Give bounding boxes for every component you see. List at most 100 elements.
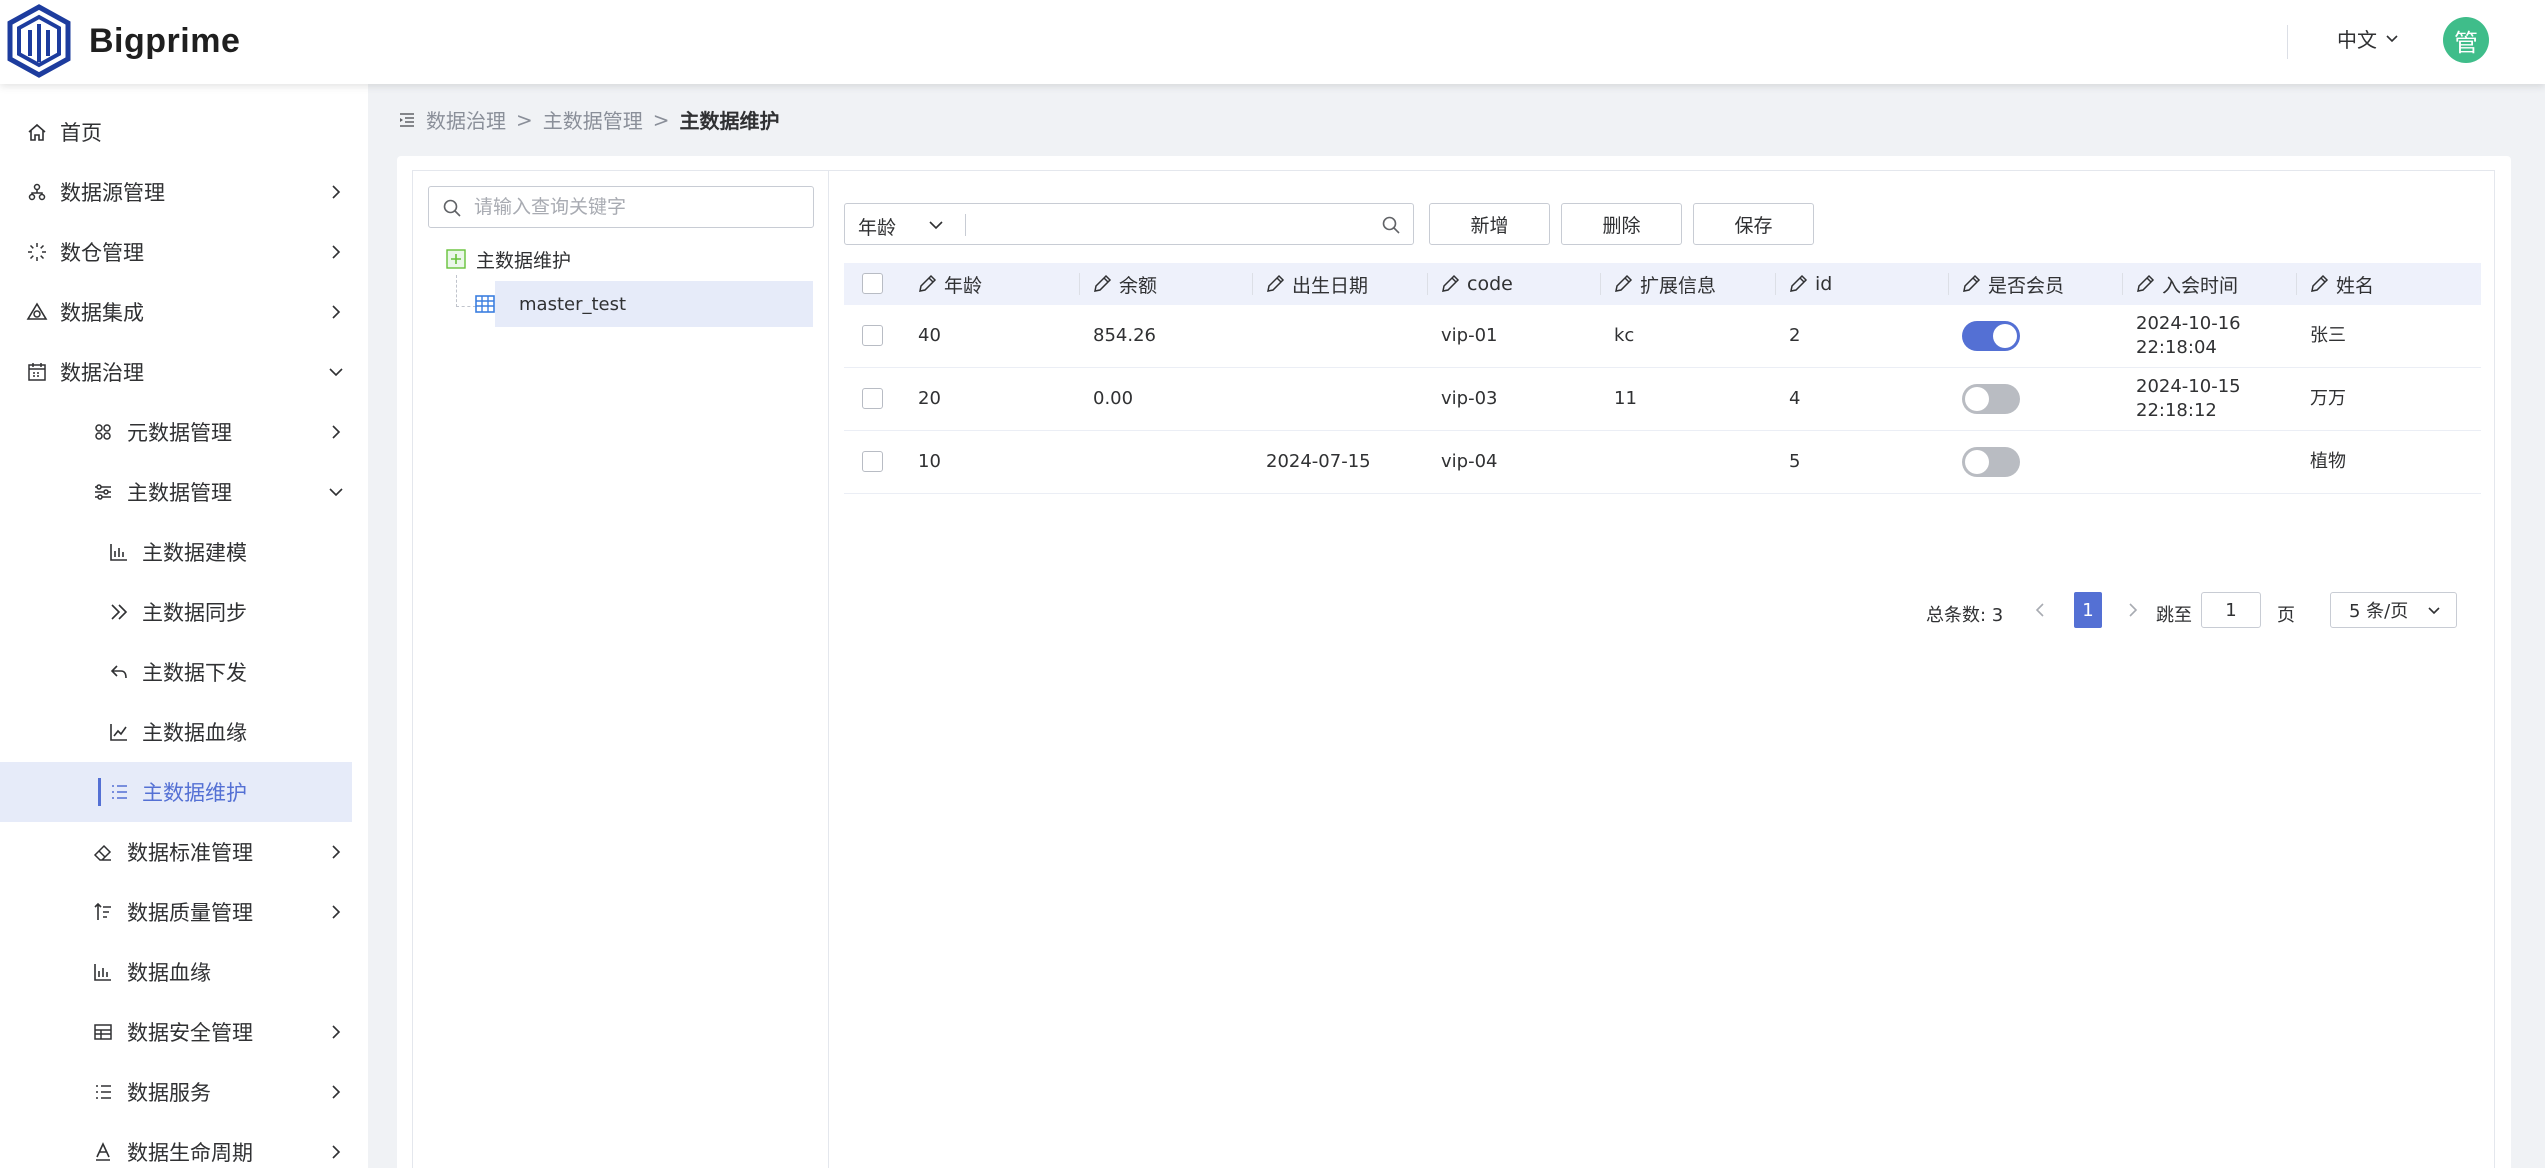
top-header: Bigprime 中文 管 — [0, 0, 2545, 84]
table-cell-id[interactable]: 2 — [1789, 305, 1800, 367]
delete-button[interactable]: 删除 — [1561, 203, 1682, 245]
text-a-icon — [92, 1141, 114, 1163]
table-cell-age[interactable]: 10 — [918, 431, 941, 493]
column-header[interactable]: 是否会员 — [1960, 263, 2064, 305]
select-all-checkbox[interactable] — [862, 273, 883, 294]
list-icon — [108, 781, 130, 803]
sidebar-item[interactable]: 数据血缘 — [0, 942, 352, 1002]
table-row[interactable]: 10 2024-07-15 vip-04 5 植物 — [844, 431, 2481, 494]
line-chart-icon — [108, 721, 130, 743]
chevron-right-icon[interactable] — [328, 1084, 344, 1100]
table-cell-name[interactable]: 张三 — [2310, 305, 2346, 367]
pagination-jump-input[interactable] — [2201, 592, 2261, 628]
table-cell-balance[interactable]: 854.26 — [1093, 305, 1156, 367]
sidebar-item[interactable]: 主数据建模 — [0, 522, 352, 582]
chevron-down-icon[interactable] — [328, 484, 344, 500]
edit-pencil-icon — [1963, 274, 1981, 292]
table-cell-ext[interactable]: 11 — [1614, 368, 1637, 430]
chevron-right-icon[interactable] — [328, 424, 344, 440]
sidebar-item[interactable]: 数据安全管理 — [0, 1002, 352, 1062]
row-checkbox[interactable] — [862, 451, 883, 472]
member-toggle[interactable] — [1962, 447, 2020, 477]
sidebar-item[interactable]: 数据标准管理 — [0, 822, 352, 882]
sidebar-item[interactable]: 主数据管理 — [0, 462, 352, 522]
pagination-page-1[interactable]: 1 — [2074, 592, 2102, 628]
column-header[interactable]: 余额 — [1091, 263, 1157, 305]
sidebar-item[interactable]: 首页 — [0, 102, 352, 162]
sidebar-item[interactable]: 数据服务 — [0, 1062, 352, 1122]
table-cell-join-time[interactable]: 2024-10-16 22:18:04 — [2136, 305, 2241, 367]
language-switcher[interactable]: 中文 — [2337, 24, 2399, 53]
table-cell-id[interactable]: 5 — [1789, 431, 1800, 493]
tree-node-root[interactable]: 主数据维护 — [446, 243, 571, 275]
column-header[interactable]: 扩展信息 — [1612, 263, 1716, 305]
save-button[interactable]: 保存 — [1693, 203, 1814, 245]
table-cell-age[interactable]: 20 — [918, 368, 941, 430]
menu-fold-icon[interactable] — [398, 111, 416, 129]
sidebar-item[interactable]: 主数据下发 — [0, 642, 352, 702]
chevron-right-icon[interactable] — [328, 184, 344, 200]
tree-node-master-test[interactable]: master_test — [475, 281, 813, 327]
sidebar-item-label: 数据质量管理 — [127, 901, 253, 925]
member-toggle[interactable] — [1962, 384, 2020, 414]
header-divider — [2287, 25, 2288, 59]
chevron-right-icon[interactable] — [328, 304, 344, 320]
sidebar-item[interactable]: 数据源管理 — [0, 162, 352, 222]
row-checkbox[interactable] — [862, 388, 883, 409]
page-size-select[interactable]: 5 条/页 — [2330, 592, 2457, 628]
chevron-right-icon[interactable] — [328, 244, 344, 260]
sidebar-item[interactable]: 主数据同步 — [0, 582, 352, 642]
column-header[interactable]: 出生日期 — [1264, 263, 1368, 305]
sidebar-item[interactable]: 主数据维护 — [0, 762, 352, 822]
chevron-down-icon[interactable] — [328, 364, 344, 380]
table-cell-balance[interactable]: 0.00 — [1093, 368, 1133, 430]
table-cell-code[interactable]: vip-03 — [1441, 368, 1497, 430]
breadcrumb-item-master-data[interactable]: 主数据管理 — [543, 105, 643, 134]
chevron-right-icon[interactable] — [328, 1024, 344, 1040]
chevron-right-icon[interactable] — [328, 1144, 344, 1160]
search-icon[interactable] — [1381, 215, 1401, 235]
column-header[interactable]: 入会时间 — [2134, 263, 2238, 305]
user-avatar[interactable]: 管 — [2443, 17, 2489, 63]
add-button[interactable]: 新增 — [1429, 203, 1550, 245]
member-toggle[interactable] — [1962, 321, 2020, 351]
field-select[interactable]: 年龄 — [858, 213, 896, 240]
tree-search-input[interactable] — [474, 193, 804, 221]
chevron-down-icon[interactable] — [928, 217, 944, 233]
active-indicator — [98, 778, 101, 806]
bigprime-logo-icon[interactable] — [6, 4, 72, 78]
table-cell-join-time[interactable]: 2024-10-15 22:18:12 — [2136, 368, 2241, 430]
edit-pencil-icon — [1267, 274, 1285, 292]
breadcrumb-item-governance[interactable]: 数据治理 — [426, 105, 506, 134]
column-header-label: id — [1815, 273, 1833, 295]
row-checkbox[interactable] — [862, 325, 883, 346]
chevron-left-icon[interactable] — [2033, 602, 2049, 618]
chevron-right-icon[interactable] — [328, 904, 344, 920]
column-header[interactable]: code — [1439, 263, 1513, 305]
column-header[interactable]: id — [1787, 263, 1832, 305]
table-cell-age[interactable]: 40 — [918, 305, 941, 367]
column-header[interactable]: 年龄 — [916, 263, 982, 305]
table-row[interactable]: 40 854.26 vip-01 kc 2 2024-10-16 22:18:04 张三 — [844, 305, 2481, 368]
sidebar-item[interactable]: 元数据管理 — [0, 402, 352, 462]
table-cell-code[interactable]: vip-01 — [1441, 305, 1497, 367]
table-cell-code[interactable]: vip-04 — [1441, 431, 1497, 493]
table-row[interactable]: 20 0.00 vip-03 11 4 2024-10-15 22:18:12 万万 — [844, 368, 2481, 431]
sidebar-item[interactable]: 数仓管理 — [0, 222, 352, 282]
chevron-right-icon[interactable] — [2124, 602, 2140, 618]
table-cell-ext[interactable]: kc — [1614, 305, 1634, 367]
edit-pencil-icon — [1442, 274, 1460, 292]
sidebar-item[interactable]: 数据集成 — [0, 282, 352, 342]
sidebar-item[interactable]: 数据治理 — [0, 342, 352, 402]
expand-square-icon[interactable] — [446, 249, 466, 269]
sidebar-item[interactable]: 数据生命周期 — [0, 1122, 352, 1168]
table-cell-name[interactable]: 植物 — [2310, 431, 2346, 493]
column-header[interactable]: 姓名 — [2308, 263, 2374, 305]
table-cell-id[interactable]: 4 — [1789, 368, 1800, 430]
table-cell-birth[interactable]: 2024-07-15 — [1266, 431, 1371, 493]
sidebar-item[interactable]: 主数据血缘 — [0, 702, 352, 762]
table-cell-name[interactable]: 万万 — [2310, 368, 2346, 430]
field-search-input[interactable] — [975, 210, 1355, 238]
sidebar-item[interactable]: 数据质量管理 — [0, 882, 352, 942]
chevron-right-icon[interactable] — [328, 844, 344, 860]
